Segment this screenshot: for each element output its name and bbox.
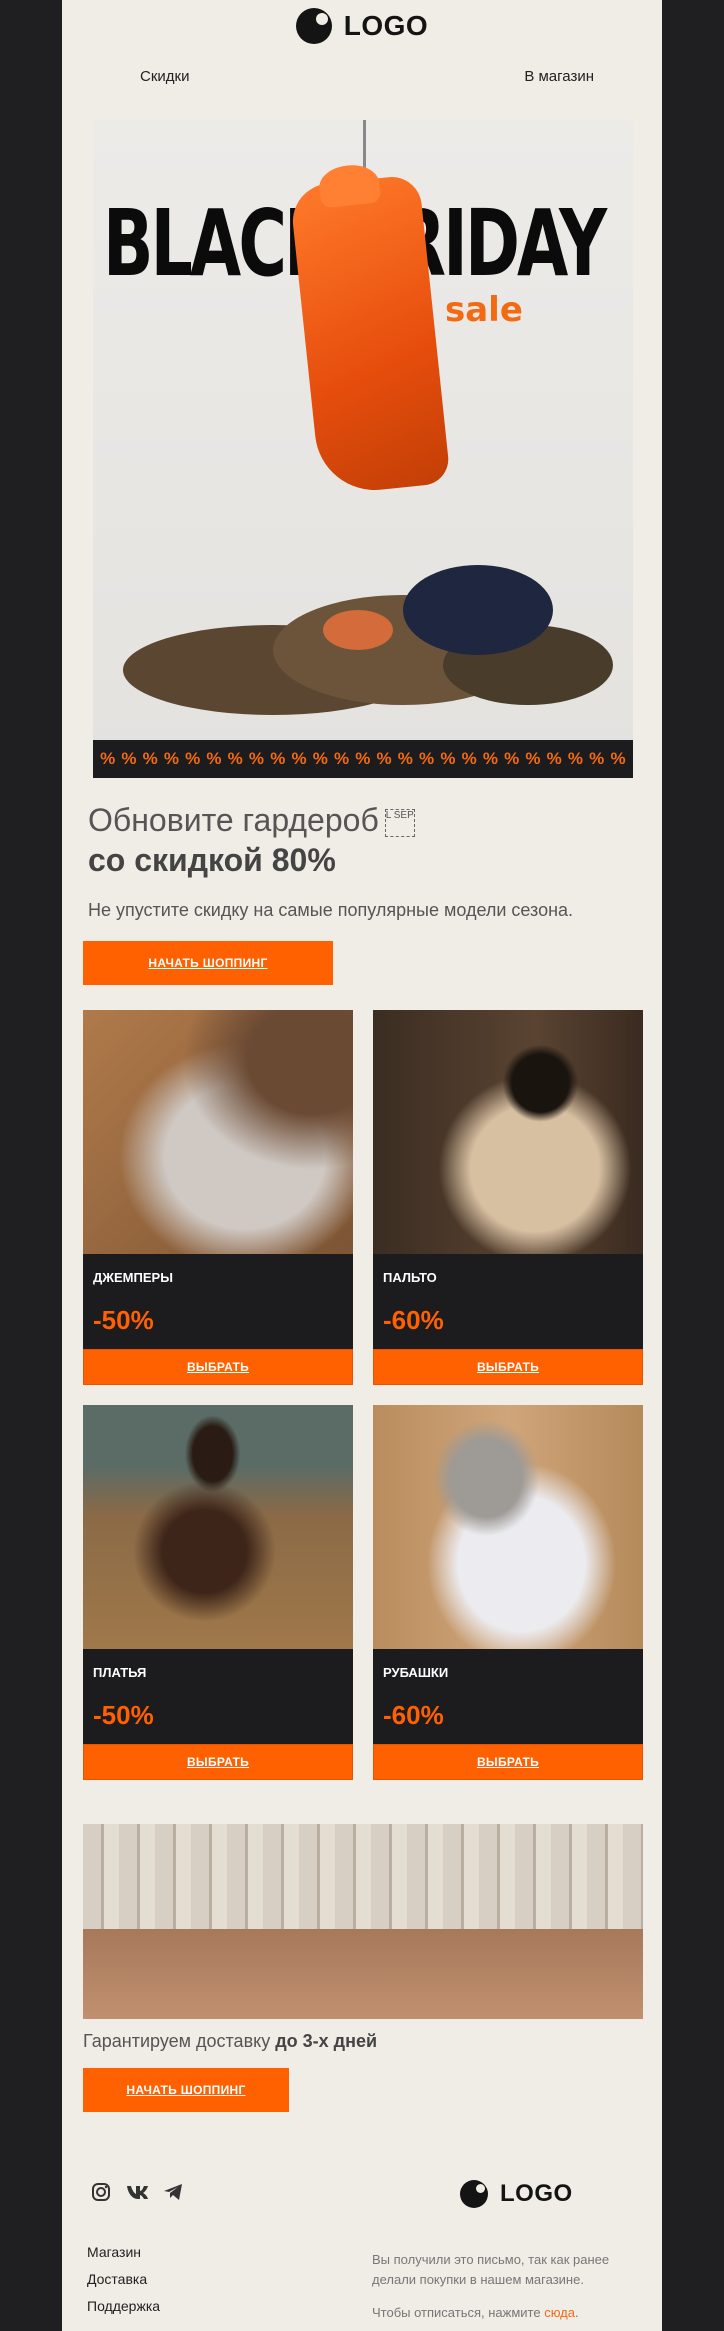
percent-mark: % xyxy=(270,749,286,768)
percent-mark: % xyxy=(291,749,307,768)
nav-link-store[interactable]: В магазин xyxy=(524,68,594,85)
intro-text: Не упустите скидку на самые популярные м… xyxy=(88,900,574,920)
knit-texture-image xyxy=(83,1824,643,2019)
footer-logo-text: LOGO xyxy=(500,2180,573,2207)
percent-mark: % xyxy=(376,749,392,768)
card-category: РУБАШКИ xyxy=(383,1665,449,1680)
card-body: ПЛАТЬЯ -50% xyxy=(83,1649,353,1744)
intro-heading: Обновите гардероб L SEP xyxy=(88,800,648,840)
percent-mark: % xyxy=(100,749,116,768)
percent-mark: % xyxy=(142,749,158,768)
sweater-image[interactable] xyxy=(83,1010,353,1254)
product-card-coats: ПАЛЬТО -60% ВЫБРАТЬ xyxy=(373,1010,643,1385)
social-links xyxy=(90,2182,184,2207)
percent-mark: % xyxy=(312,749,328,768)
header: LOGO xyxy=(62,0,662,52)
nav-link-discounts[interactable]: Скидки xyxy=(140,68,189,85)
unsubscribe-end: . xyxy=(574,2305,579,2320)
clothes-pile-image xyxy=(123,565,623,725)
telegram-icon[interactable] xyxy=(162,2183,184,2206)
card-body: РУБАШКИ -60% xyxy=(373,1649,643,1744)
intro-heading-line2: со скидкой 80% xyxy=(88,842,336,878)
coat-image[interactable] xyxy=(373,1010,643,1254)
percent-mark: % xyxy=(504,749,520,768)
hero-subtitle: sale xyxy=(445,290,523,330)
footer-logo[interactable]: LOGO xyxy=(460,2180,573,2208)
percent-mark: % xyxy=(163,749,179,768)
product-card-shirts: РУБАШКИ -60% ВЫБРАТЬ xyxy=(373,1405,643,1780)
percent-mark: % xyxy=(206,749,222,768)
product-card-dresses: ПЛАТЬЯ -50% ВЫБРАТЬ xyxy=(83,1405,353,1780)
product-card-sweaters: ДЖЕМПЕРЫ -50% ВЫБРАТЬ xyxy=(83,1010,353,1385)
card-category: ПАЛЬТО xyxy=(383,1270,437,1285)
percent-mark: % xyxy=(333,749,350,768)
email-body: LOGO Скидки В магазин BLACK FRIDAY sale … xyxy=(62,0,662,2331)
card-discount: -50% xyxy=(93,1700,154,1730)
card-discount: -50% xyxy=(93,1305,154,1335)
unsubscribe-line: Чтобы отписаться, нажмите сюда. xyxy=(372,2303,642,2323)
percent-mark: % xyxy=(461,749,477,768)
percent-mark: % xyxy=(121,749,137,768)
choose-button[interactable]: ВЫБРАТЬ xyxy=(373,1349,643,1385)
percent-mark: % xyxy=(482,749,498,768)
percent-mark: % xyxy=(525,749,541,768)
footer-link-delivery[interactable]: Доставка xyxy=(87,2271,160,2287)
choose-button[interactable]: ВЫБРАТЬ xyxy=(83,1744,353,1780)
delivery-text-bold: до 3-х дней xyxy=(275,2031,378,2051)
percent-mark: % xyxy=(185,749,201,768)
percent-mark: % xyxy=(355,749,371,768)
logo-text: LOGO xyxy=(343,10,429,41)
choose-button[interactable]: ВЫБРАТЬ xyxy=(373,1744,643,1780)
delivery-text: Гарантируем доставку до 3-х дней xyxy=(83,2031,377,2052)
intro-section: Обновите гардероб L SEP со скидкой 80% Не… xyxy=(88,800,648,921)
top-nav: Скидки В магазин xyxy=(62,52,662,100)
instagram-icon[interactable] xyxy=(90,2182,112,2207)
unsubscribe-text: Чтобы отписаться, нажмите xyxy=(372,2305,545,2320)
percent-mark: % xyxy=(610,749,626,768)
card-body: ДЖЕМПЕРЫ -50% xyxy=(83,1254,353,1349)
start-shopping-button-2[interactable]: НАЧАТЬ ШОППИНГ xyxy=(83,2068,289,2112)
percent-mark: % xyxy=(227,749,243,768)
hero-banner[interactable]: BLACK FRIDAY sale % % % % % % % % % % % … xyxy=(93,120,633,778)
intro-heading-line1: Обновите гардероб xyxy=(88,802,379,838)
shirt-image[interactable] xyxy=(373,1405,643,1649)
percent-mark: % xyxy=(546,749,562,768)
unsubscribe-link[interactable]: сюда xyxy=(544,2305,575,2320)
card-discount: -60% xyxy=(383,1305,444,1335)
footer-link-support[interactable]: Поддержка xyxy=(87,2298,160,2314)
percent-mark: % xyxy=(397,749,413,768)
card-category: ДЖЕМПЕРЫ xyxy=(93,1270,173,1285)
footer-notice-text: Вы получили это письмо, так как ранее де… xyxy=(372,2252,610,2287)
vk-icon[interactable] xyxy=(126,2184,148,2205)
start-shopping-button[interactable]: НАЧАТЬ ШОППИНГ xyxy=(83,941,333,985)
percent-mark: % xyxy=(248,749,265,768)
delivery-text-regular: Гарантируем доставку xyxy=(83,2031,276,2051)
sep-marker: L SEP xyxy=(384,808,415,837)
card-body: ПАЛЬТО -60% xyxy=(373,1254,643,1349)
percent-mark: % xyxy=(567,749,584,768)
percent-mark: % xyxy=(440,749,456,768)
percent-strip: % % % % % % % % % % % % % % % % % % % % … xyxy=(93,740,633,778)
card-discount: -60% xyxy=(383,1700,444,1730)
dress-image[interactable] xyxy=(83,1405,353,1649)
percent-mark: % xyxy=(419,749,435,768)
footer-notice: Вы получили это письмо, так как ранее де… xyxy=(372,2250,642,2323)
logo-icon xyxy=(295,8,332,44)
footer-links: Магазин Доставка Поддержка xyxy=(87,2244,160,2314)
logo-icon xyxy=(460,2180,488,2208)
choose-button[interactable]: ВЫБРАТЬ xyxy=(83,1349,353,1385)
card-category: ПЛАТЬЯ xyxy=(93,1665,147,1680)
footer-link-store[interactable]: Магазин xyxy=(87,2244,160,2260)
percent-mark: % xyxy=(589,749,605,768)
logo[interactable]: LOGO xyxy=(295,8,429,44)
